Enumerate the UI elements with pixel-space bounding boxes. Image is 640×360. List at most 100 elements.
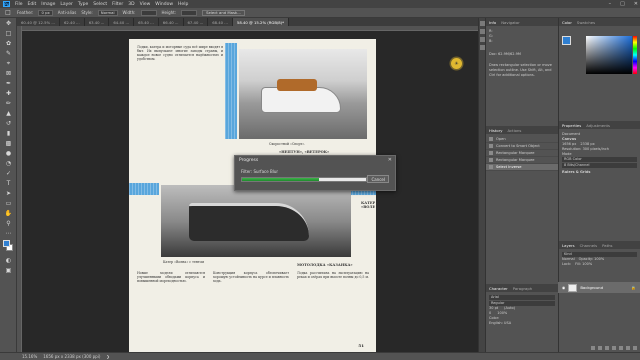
document-tab[interactable]: 62.40 ...: [60, 18, 85, 26]
type-tool-icon[interactable]: T: [2, 179, 15, 188]
document-tab-active[interactable]: 58.40 @ 15.2% (RGB/8)*: [232, 18, 289, 26]
select-and-mask-button[interactable]: Select and Mask...: [202, 9, 245, 16]
color-swatches[interactable]: [2, 240, 14, 254]
tab-paths[interactable]: Paths: [602, 243, 612, 248]
brush-tool-icon[interactable]: ✏: [2, 99, 15, 108]
menu-edit[interactable]: Edit: [28, 2, 37, 7]
trash-icon[interactable]: [633, 346, 637, 350]
quick-mask-icon[interactable]: ◐: [2, 256, 15, 265]
marquee-tool-icon[interactable]: □: [4, 9, 12, 16]
document-tab[interactable]: 60.40 @ 12.5% ...: [17, 18, 60, 26]
hand-tool-icon[interactable]: ✋: [2, 209, 15, 218]
menu-image[interactable]: Image: [41, 2, 55, 7]
fill-input[interactable]: Fill: 100%: [575, 262, 592, 267]
blur-tool-icon[interactable]: ●: [2, 149, 15, 158]
screen-mode-icon[interactable]: ▣: [2, 266, 15, 275]
zoom-level[interactable]: 15.16%: [22, 354, 37, 359]
antialias-checkbox[interactable]: Anti-alias: [58, 10, 77, 15]
document-tab[interactable]: 65.40 ...: [134, 18, 159, 26]
close-icon[interactable]: ✕: [388, 157, 392, 163]
bit-depth-select[interactable]: 8 Bits/Channel: [562, 163, 637, 168]
gradient-tool-icon[interactable]: ▩: [2, 139, 15, 148]
tab-layers[interactable]: Layers: [562, 243, 575, 248]
menu-3d[interactable]: 3D: [128, 2, 134, 7]
history-brush-tool-icon[interactable]: ↺: [2, 119, 15, 128]
tab-paragraph[interactable]: Paragraph: [513, 286, 532, 291]
tab-character[interactable]: Character: [489, 286, 508, 291]
cancel-button[interactable]: Cancel: [367, 175, 389, 183]
dodge-tool-icon[interactable]: ◔: [2, 159, 15, 168]
shape-tool-icon[interactable]: ▭: [2, 199, 15, 208]
more-tools-icon[interactable]: ⋯: [2, 229, 15, 238]
tab-history[interactable]: History: [489, 128, 503, 133]
style-select[interactable]: Normal: [97, 9, 118, 16]
foreground-color-swatch[interactable]: [562, 36, 571, 45]
history-item[interactable]: Convert to Smart Object: [486, 143, 558, 150]
document-tab[interactable]: 64.40 ...: [109, 18, 135, 26]
canvas-area[interactable]: Лодки, катера и моторные суда всё шире в…: [22, 31, 478, 352]
adjustment-layer-icon[interactable]: [612, 346, 616, 350]
eyedropper-tool-icon[interactable]: ✒: [2, 79, 15, 88]
document-tab[interactable]: 66.40 ...: [159, 18, 184, 26]
document-tab[interactable]: 63.40 ...: [85, 18, 110, 26]
add-mask-icon[interactable]: [605, 346, 609, 350]
history-item-selected[interactable]: Select Inverse: [486, 164, 558, 171]
maximize-icon[interactable]: □: [620, 1, 625, 7]
tab-channels[interactable]: Channels: [580, 243, 598, 248]
tab-properties[interactable]: Properties: [562, 123, 581, 128]
menu-view[interactable]: View: [140, 2, 151, 7]
quick-select-tool-icon[interactable]: ✎: [2, 49, 15, 58]
history-item[interactable]: Rectangular Marquee: [486, 150, 558, 157]
eraser-tool-icon[interactable]: ▮: [2, 129, 15, 138]
minimize-icon[interactable]: –: [609, 1, 612, 7]
marquee-tool-icon[interactable]: □: [2, 29, 15, 38]
link-layers-icon[interactable]: [591, 346, 595, 350]
pen-tool-icon[interactable]: ✓: [2, 169, 15, 178]
tab-info[interactable]: Info: [489, 20, 496, 25]
close-icon[interactable]: ✕: [634, 1, 638, 7]
document-page[interactable]: Лодки, катера и моторные суда всё шире в…: [129, 39, 376, 352]
hue-slider[interactable]: [633, 36, 637, 74]
spec-heading: КАТЕР «ВОЛНА»: [361, 201, 375, 210]
width-input[interactable]: [140, 9, 157, 16]
font-family-select[interactable]: Arial: [489, 295, 555, 300]
rulers-grids-label[interactable]: Rulers & Grids: [562, 170, 637, 175]
menu-type[interactable]: Type: [78, 2, 88, 7]
path-select-tool-icon[interactable]: ➤: [2, 189, 15, 198]
menu-layer[interactable]: Layer: [60, 2, 73, 7]
layer-style-icon[interactable]: [598, 346, 602, 350]
history-item[interactable]: Open: [486, 136, 558, 143]
new-layer-icon[interactable]: [626, 346, 630, 350]
menu-filter[interactable]: Filter: [112, 2, 123, 7]
document-tab[interactable]: 68.40 ...: [208, 18, 233, 26]
new-group-icon[interactable]: [619, 346, 623, 350]
menu-select[interactable]: Select: [93, 2, 107, 7]
menu-help[interactable]: Help: [178, 2, 188, 7]
document-tab[interactable]: 67.40 ...: [184, 18, 209, 26]
chevron-right-icon[interactable]: ❯: [106, 354, 109, 359]
tab-actions[interactable]: Actions: [508, 128, 522, 133]
move-tool-icon[interactable]: ✥: [2, 19, 15, 28]
zoom-tool-icon[interactable]: ⚲: [2, 219, 15, 228]
menu-bar: Ps File Edit Image Layer Type Select Fil…: [0, 0, 640, 8]
menu-window[interactable]: Window: [155, 2, 173, 7]
menu-file[interactable]: File: [15, 2, 23, 7]
color-picker-field[interactable]: [586, 36, 632, 74]
lasso-tool-icon[interactable]: ✿: [2, 39, 15, 48]
eye-icon[interactable]: ◉: [562, 285, 565, 290]
feather-input[interactable]: 0 px: [38, 9, 53, 16]
foreground-color-swatch[interactable]: [3, 240, 10, 247]
stamp-tool-icon[interactable]: ▲: [2, 109, 15, 118]
frame-tool-icon[interactable]: ⊠: [2, 69, 15, 78]
tab-navigator[interactable]: Navigator: [501, 20, 520, 25]
tab-swatches[interactable]: Swatches: [577, 20, 595, 25]
crop-tool-icon[interactable]: ⌖: [2, 59, 15, 68]
healing-tool-icon[interactable]: ✚: [2, 89, 15, 98]
history-item[interactable]: Rectangular Marquee: [486, 157, 558, 164]
tab-color[interactable]: Color: [562, 20, 572, 25]
tab-adjustments[interactable]: Adjustments: [586, 123, 610, 128]
height-input[interactable]: [181, 9, 198, 16]
layer-row-background[interactable]: ◉ Background 🔒: [558, 282, 640, 293]
language-select[interactable]: English: USA: [489, 321, 555, 326]
color-mode-select[interactable]: RGB Color: [562, 157, 637, 162]
